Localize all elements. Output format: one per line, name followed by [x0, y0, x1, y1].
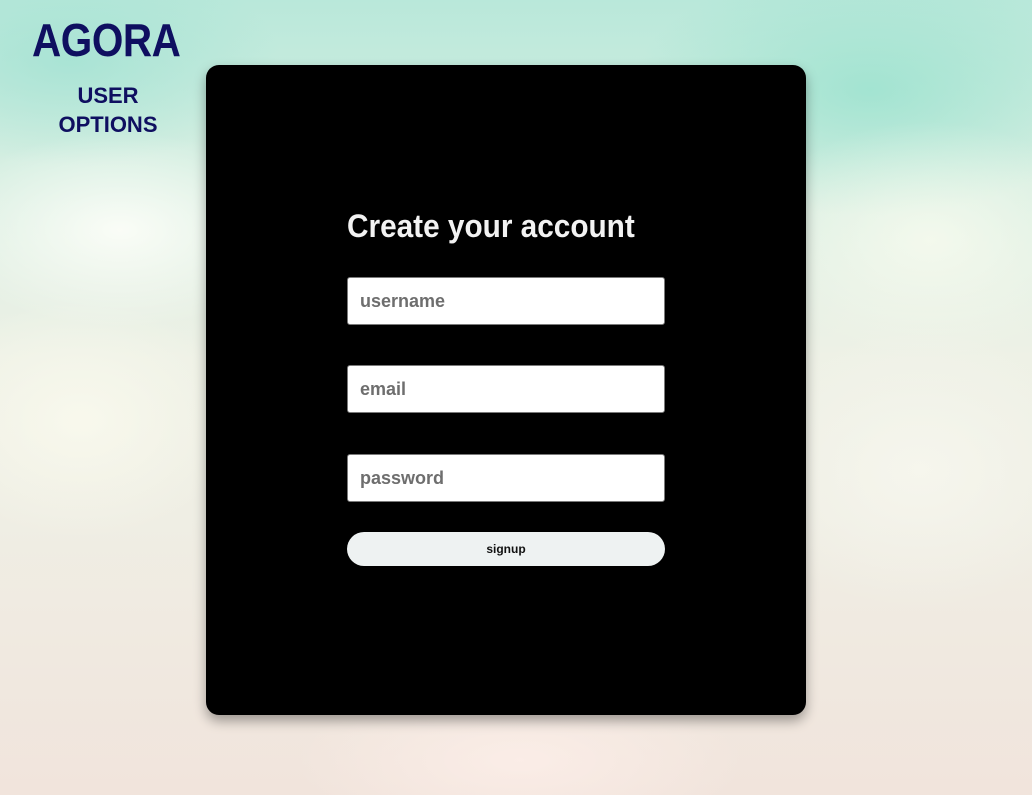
signup-button[interactable]: signup — [347, 532, 665, 566]
password-input[interactable] — [347, 454, 665, 502]
email-input[interactable] — [347, 365, 665, 413]
signup-form: Create your account signup — [347, 203, 665, 566]
signup-card: Create your account signup — [206, 65, 806, 715]
brand-block: AGORA USER OPTIONS — [32, 12, 204, 139]
app-logo-title[interactable]: AGORA — [32, 12, 183, 68]
user-options-link[interactable]: USER OPTIONS — [32, 81, 184, 139]
form-heading: Create your account — [347, 208, 635, 244]
username-input[interactable] — [347, 277, 665, 325]
